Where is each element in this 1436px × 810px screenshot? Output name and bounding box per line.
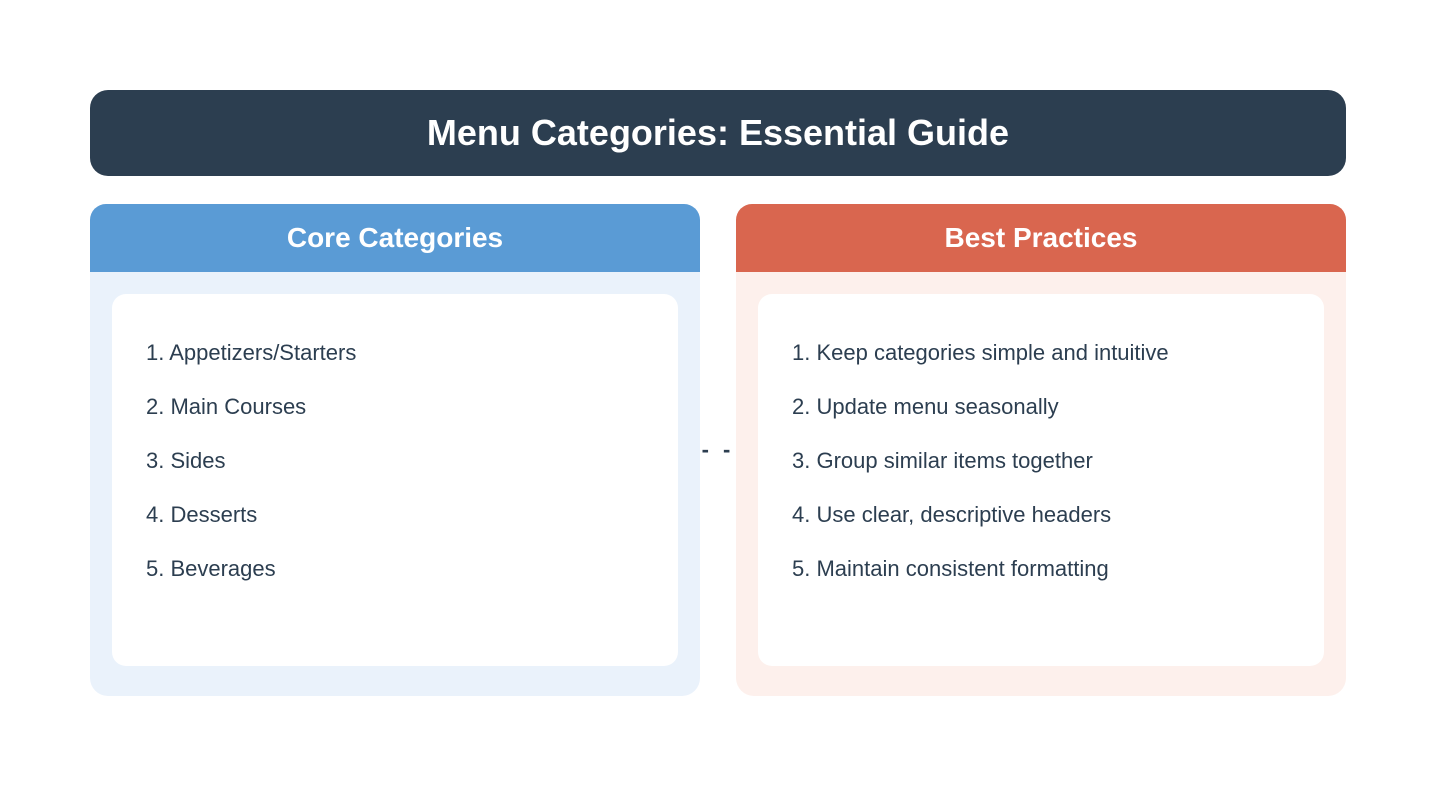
list-item: 1. Keep categories simple and intuitive — [792, 326, 1290, 380]
core-categories-header: Core Categories — [90, 204, 700, 272]
list-item: 2. Update menu seasonally — [792, 380, 1290, 434]
core-categories-panel: Core Categories 1. Appetizers/Starters 2… — [90, 204, 700, 696]
core-categories-card: 1. Appetizers/Starters 2. Main Courses 3… — [112, 294, 678, 666]
list-item: 4. Use clear, descriptive headers — [792, 488, 1290, 542]
best-practices-panel: Best Practices 1. Keep categories simple… — [736, 204, 1346, 696]
best-practices-card: 1. Keep categories simple and intuitive … — [758, 294, 1324, 666]
page-title: Menu Categories: Essential Guide — [90, 90, 1346, 176]
list-item: 5. Beverages — [146, 542, 644, 596]
columns-container: Core Categories 1. Appetizers/Starters 2… — [90, 204, 1346, 696]
list-item: 4. Desserts — [146, 488, 644, 542]
list-item: 2. Main Courses — [146, 380, 644, 434]
connector-dashes: - - — [702, 437, 735, 463]
list-item: 3. Sides — [146, 434, 644, 488]
list-item: 1. Appetizers/Starters — [146, 326, 644, 380]
best-practices-header: Best Practices — [736, 204, 1346, 272]
list-item: 3. Group similar items together — [792, 434, 1290, 488]
list-item: 5. Maintain consistent formatting — [792, 542, 1290, 596]
